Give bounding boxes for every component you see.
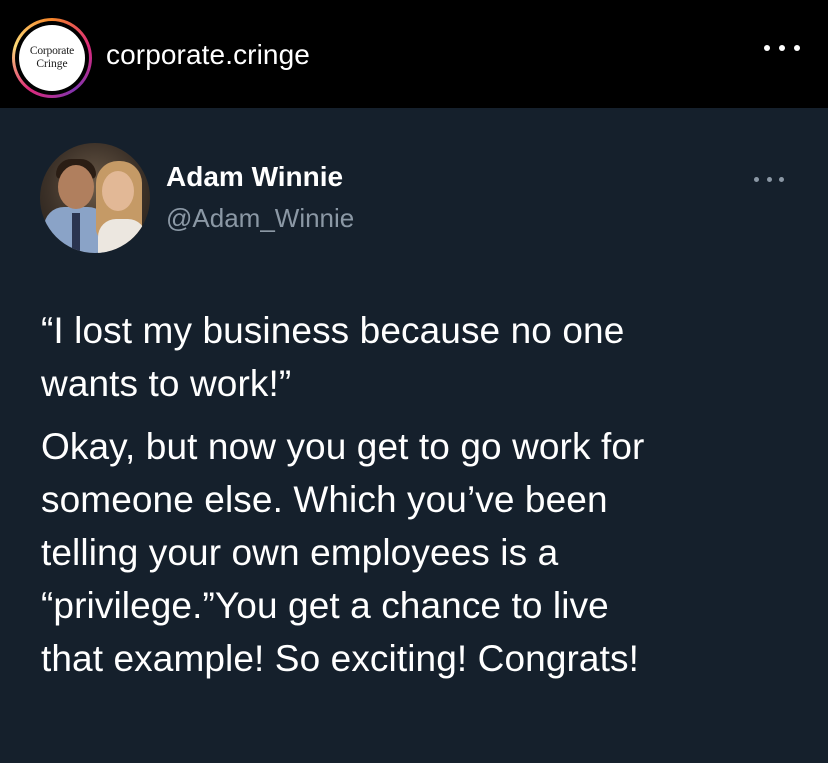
- avatar-person-shape: [98, 219, 146, 253]
- avatar-logo: Corporate Cringe: [19, 25, 85, 91]
- avatar-logo-line2: Cringe: [36, 57, 68, 70]
- tweet-paragraph-2: Okay, but now you get to go work for som…: [41, 420, 801, 685]
- more-horizontal-icon[interactable]: [764, 38, 800, 58]
- dot: [794, 45, 800, 51]
- tweet-card: Adam Winnie @Adam_Winnie “I lost my busi…: [0, 108, 828, 763]
- tweet-paragraph-1: “I lost my business because no one wants…: [41, 304, 801, 410]
- post-header: Corporate Cringe corporate.cringe: [0, 0, 828, 108]
- account-username[interactable]: corporate.cringe: [106, 39, 310, 71]
- tweet-author-name: Adam Winnie: [166, 161, 344, 192]
- tweet-author-handle: @Adam_Winnie: [166, 203, 355, 233]
- avatar-ring-gap: Corporate Cringe: [15, 21, 89, 95]
- avatar-person-shape: [72, 213, 80, 253]
- avatar-logo-line1: Corporate: [29, 45, 75, 57]
- tweet-line: “privilege.”You get a chance to live: [41, 585, 609, 626]
- dot: [779, 45, 785, 51]
- dot: [766, 176, 772, 182]
- tweet-line: wants to work!”: [41, 363, 292, 404]
- dot: [754, 176, 759, 182]
- tweet-line: “I lost my business because no one: [41, 310, 625, 351]
- tweet-line: that example! So exciting! Congrats!: [41, 638, 639, 679]
- dot: [764, 45, 770, 51]
- tweet-line: someone else. Which you’ve been: [41, 479, 608, 520]
- tweet-author-avatar: [40, 143, 150, 253]
- account-avatar[interactable]: Corporate Cringe: [12, 18, 92, 98]
- dot: [779, 176, 784, 182]
- tweet-line: Okay, but now you get to go work for: [41, 426, 645, 467]
- avatar-person-shape: [102, 171, 134, 211]
- avatar-person-shape: [58, 165, 94, 209]
- tweet-text: “I lost my business because no one wants…: [41, 304, 801, 685]
- more-horizontal-icon: [754, 175, 784, 183]
- tweet-line: telling your own employees is a: [41, 532, 559, 573]
